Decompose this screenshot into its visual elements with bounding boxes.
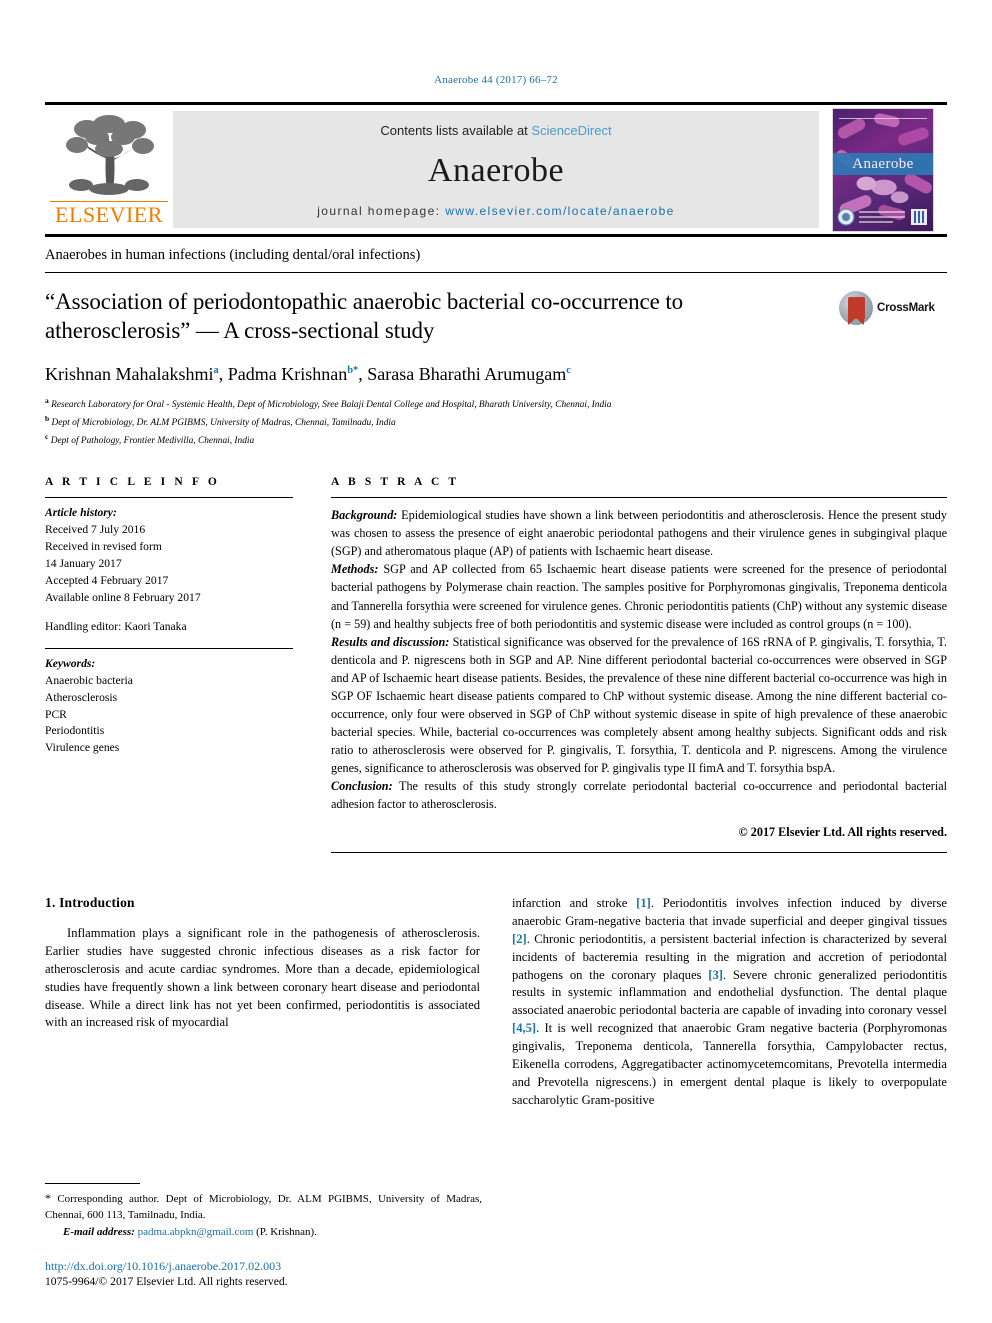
journal-cover-image: Anaerobe bbox=[832, 107, 934, 232]
abstract-conclusion-text: The results of this study strongly corre… bbox=[331, 778, 947, 812]
keyword-3: PCR bbox=[45, 707, 67, 721]
contents-prefix: Contents lists available at bbox=[380, 123, 532, 138]
masthead-center: Contents lists available at ScienceDirec… bbox=[173, 111, 819, 228]
introduction-paragraph-left: Inflammation plays a significant role in… bbox=[45, 926, 480, 1030]
info-abstract-section: A R T I C L E I N F O Article history: R… bbox=[45, 476, 947, 854]
abstract-results-text: Statistical significance was observed fo… bbox=[331, 634, 947, 775]
author-1: Krishnan Mahalakshmia bbox=[45, 363, 219, 384]
abstract-results: Results and discussion: Statistical sign… bbox=[331, 634, 947, 775]
abstract-methods-text: SGP and AP collected from 65 Ischaemic h… bbox=[331, 562, 947, 631]
keyword-5: Virulence genes bbox=[45, 741, 120, 755]
cover-top-rule bbox=[839, 117, 927, 119]
abstract-methods: Methods: SGP and AP collected from 65 Is… bbox=[331, 562, 947, 631]
abstract-background-text: Epidemiological studies have shown a lin… bbox=[331, 508, 947, 559]
homepage-url-link[interactable]: www.elsevier.com/locate/anaerobe bbox=[445, 204, 675, 218]
author-list: Krishnan Mahalakshmia, Padma Krishnanb*,… bbox=[45, 363, 571, 384]
email-note: E-mail address: padma.abpkn@gmail.com (P… bbox=[45, 1225, 482, 1241]
email-address-link[interactable]: padma.abpkn@gmail.com bbox=[138, 1226, 254, 1238]
doi-block: http://dx.doi.org/10.1016/j.anaerobe.201… bbox=[45, 1259, 482, 1288]
keywords-label: Keywords: bbox=[45, 656, 96, 670]
elsevier-logo: ELSEVIER bbox=[45, 105, 173, 234]
elsevier-wordmark: ELSEVIER bbox=[50, 201, 168, 226]
abstract-column: A B S T R A C T Background: Epidemiologi… bbox=[331, 476, 947, 854]
body-left-column: 1. Introduction Inflammation plays a sig… bbox=[45, 895, 480, 1110]
abstract-body: Background: Epidemiological studies have… bbox=[331, 498, 947, 813]
keywords-block: Keywords: Anaerobic bacteria Atheroscler… bbox=[45, 649, 293, 758]
article-history-label: Article history: bbox=[45, 506, 117, 520]
history-line-2: Received in revised form bbox=[45, 540, 162, 554]
affiliation-a: a Research Laboratory for Oral - Systemi… bbox=[45, 396, 612, 411]
abstract-background: Background: Epidemiological studies have… bbox=[331, 508, 947, 559]
crossmark-label: CrossMark bbox=[877, 302, 935, 314]
affiliation-c: c Dept of Pathology, Frontier Medivilla,… bbox=[45, 431, 255, 446]
introduction-paragraph-right: infarction and stroke [1]. Periodontitis… bbox=[512, 896, 947, 1107]
sciencedirect-link[interactable]: ScienceDirect bbox=[531, 123, 611, 138]
introduction-heading: 1. Introduction bbox=[45, 895, 135, 911]
corresponding-author-note: * Corresponding author. Dept of Microbio… bbox=[45, 1191, 482, 1221]
section-banner: Anaerobes in human infections (including… bbox=[45, 247, 947, 273]
history-line-4: Accepted 4 February 2017 bbox=[45, 573, 169, 587]
journal-cover-wrap: Anaerobe bbox=[819, 105, 947, 234]
affiliation-list: a Research Laboratory for Oral - Systemi… bbox=[45, 395, 947, 448]
article-info-heading: A R T I C L E I N F O bbox=[45, 476, 220, 489]
author-3: Sarasa Bharathi Arumugamc bbox=[367, 363, 571, 384]
abstract-conclusion: Conclusion: The results of this study st… bbox=[331, 778, 947, 812]
crossmark-badge[interactable]: CrossMark bbox=[839, 291, 947, 325]
body-right-column: infarction and stroke [1]. Periodontitis… bbox=[512, 895, 947, 1110]
citation-ref-4[interactable]: [4,5] bbox=[512, 1021, 536, 1035]
elsevier-tree-icon bbox=[66, 115, 154, 195]
running-head: Anaerobe 44 (2017) 66–72 bbox=[434, 74, 558, 86]
history-line-3: 14 January 2017 bbox=[45, 557, 122, 571]
article-page: Anaerobe 44 (2017) 66–72 ELSEVIER Conten… bbox=[0, 0, 992, 1323]
author-1-affiliation-marker: a bbox=[213, 364, 219, 376]
author-2: Padma Krishnanb* bbox=[227, 363, 359, 384]
email-address-label: E-mail address: bbox=[63, 1226, 135, 1239]
history-line-1: Received 7 July 2016 bbox=[45, 523, 146, 537]
abstract-copyright: © 2017 Elsevier Ltd. All rights reserved… bbox=[738, 825, 947, 840]
citation-ref-2[interactable]: [2] bbox=[512, 932, 527, 946]
journal-homepage-line: journal homepage: www.elsevier.com/locat… bbox=[317, 204, 675, 218]
history-line-5: Available online 8 February 2017 bbox=[45, 590, 201, 604]
journal-title: Anaerobe bbox=[427, 152, 565, 189]
abstract-bottom-rule bbox=[331, 852, 947, 854]
body-columns: 1. Introduction Inflammation plays a sig… bbox=[45, 895, 947, 1110]
article-info-column: A R T I C L E I N F O Article history: R… bbox=[45, 476, 293, 853]
article-history: Article history: Received 7 July 2016 Re… bbox=[45, 498, 293, 635]
title-block: “Association of periodontopathic anaerob… bbox=[45, 287, 947, 346]
keyword-2: Atherosclerosis bbox=[45, 690, 118, 704]
keyword-4: Periodontitis bbox=[45, 724, 105, 738]
handling-editor: Handling editor: Kaori Tanaka bbox=[45, 619, 187, 633]
affiliation-b: b Dept of Microbiology, Dr. ALM PGIBMS, … bbox=[45, 413, 396, 428]
cover-society-logos-icon bbox=[837, 208, 927, 225]
crossmark-icon bbox=[839, 291, 873, 325]
issn-copyright: 1075-9964/© 2017 Elsevier Ltd. All right… bbox=[45, 1275, 288, 1288]
citation-ref-3[interactable]: [3] bbox=[708, 968, 723, 982]
doi-link[interactable]: http://dx.doi.org/10.1016/j.anaerobe.201… bbox=[45, 1259, 482, 1274]
author-3-affiliation-marker: c bbox=[566, 364, 571, 376]
footnote-rule bbox=[45, 1183, 140, 1185]
page-title: “Association of periodontopathic anaerob… bbox=[45, 289, 684, 344]
homepage-prefix: journal homepage: bbox=[317, 204, 446, 218]
keyword-1: Anaerobic bacteria bbox=[45, 673, 133, 687]
corresponding-author-marker: * bbox=[353, 364, 359, 376]
footnote-area: * Corresponding author. Dept of Microbio… bbox=[45, 1183, 482, 1288]
citation-ref-1[interactable]: [1] bbox=[636, 896, 651, 910]
cover-journal-title: Anaerobe bbox=[833, 152, 933, 175]
email-owner: (P. Krishnan). bbox=[256, 1226, 317, 1239]
contents-list-line: Contents lists available at ScienceDirec… bbox=[380, 123, 611, 138]
journal-masthead: ELSEVIER Contents lists available at Sci… bbox=[45, 102, 947, 237]
abstract-heading: A B S T R A C T bbox=[331, 476, 460, 489]
